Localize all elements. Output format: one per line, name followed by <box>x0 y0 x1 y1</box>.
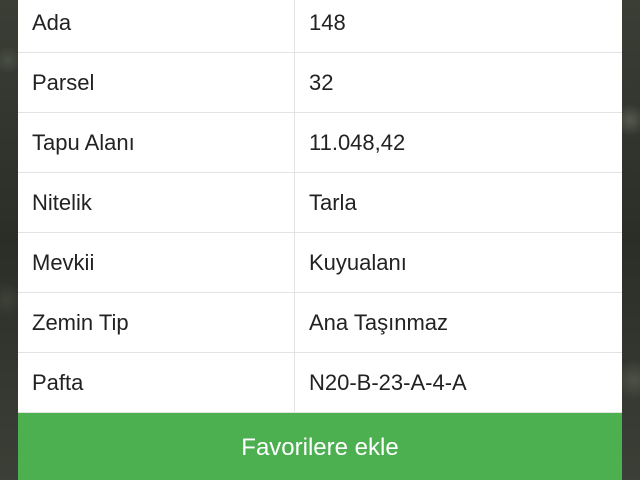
table-row-zemin-tip: Zemin Tip Ana Taşınmaz <box>18 293 622 353</box>
row-label: Tapu Alanı <box>32 130 135 155</box>
row-label: Mevkii <box>32 250 95 275</box>
add-to-favorites-label: Favorilere ekle <box>241 434 399 461</box>
row-value: N20-B-23-A-4-A <box>309 370 467 395</box>
row-value: Ana Taşınmaz <box>309 310 449 335</box>
row-value: Kuyualanı <box>309 250 407 275</box>
row-value: 148 <box>309 10 346 35</box>
row-value: 32 <box>309 70 334 95</box>
table-row-nitelik: Nitelik Tarla <box>18 173 622 233</box>
row-value: Tarla <box>309 190 357 215</box>
add-to-favorites-button[interactable]: Favorilere ekle <box>18 413 622 480</box>
table-row-parsel: Parsel 32 <box>18 53 622 113</box>
row-label: Zemin Tip <box>32 310 129 335</box>
row-label: Pafta <box>32 370 84 395</box>
table-row-pafta: Pafta N20-B-23-A-4-A <box>18 353 622 413</box>
parcel-info-panel: Ada 148 Parsel 32 Tapu Alanı 11.048,42 N… <box>18 0 622 480</box>
table-row-tapu-alani: Tapu Alanı 11.048,42 <box>18 113 622 173</box>
row-label: Parsel <box>32 70 95 95</box>
row-label: Nitelik <box>32 190 92 215</box>
table-row-ada: Ada 148 <box>18 0 622 53</box>
row-value: 11.048,42 <box>309 130 406 155</box>
row-label: Ada <box>32 10 72 35</box>
table-row-mevkii: Mevkii Kuyualanı <box>18 233 622 293</box>
